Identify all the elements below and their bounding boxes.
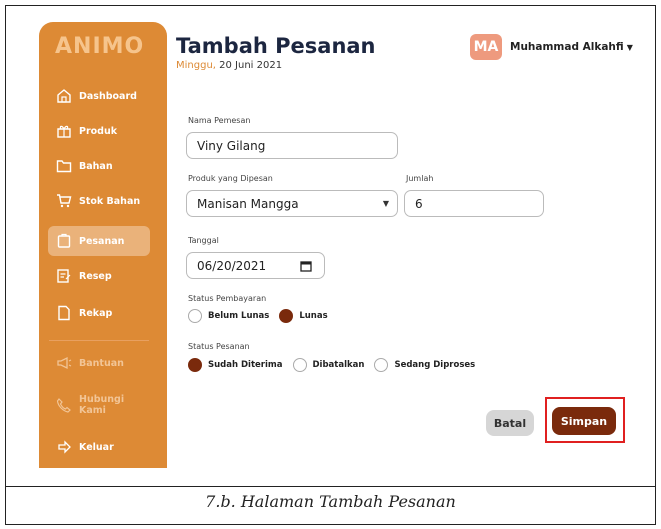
radio-checked[interactable] [188,358,202,372]
radio-unchecked[interactable] [188,309,202,323]
option-label: Belum Lunas [208,311,270,321]
name-value: Viny Gilang [197,138,266,153]
user-menu[interactable]: Muhammad Alkahfi ▼ [510,41,633,53]
sidebar-item-resep[interactable]: Resep [48,261,150,291]
product-select[interactable]: Manisan Mangga ▼ [186,190,398,217]
chevron-down-icon: ▼ [626,43,633,52]
sidebar-item-dashboard[interactable]: Dashboard [48,81,150,111]
sidebar-item-label: Dashboard [79,90,137,102]
option-label: Dibatalkan [312,360,365,370]
qty-value: 6 [415,196,423,211]
caption-divider [5,486,656,487]
sidebar-item-hubungi-kami[interactable]: Hubungi Kami [48,388,150,422]
gift-icon [55,122,73,140]
folder-icon [55,157,73,175]
order-option-dibatalkan[interactable]: Dibatalkan [292,358,365,372]
sidebar-divider [49,340,149,341]
page-date: Minggu, 20 Juni 2021 [176,60,282,71]
order-option-sedang-diproses[interactable]: Sedang Diproses [374,358,475,372]
document-icon [55,304,73,322]
sidebar-item-rekap[interactable]: Rekap [48,298,150,328]
payment-radio-group: Belum Lunas Lunas [188,309,338,323]
sidebar: ANIMO Dashboard Produk Bahan Stok Bahan … [39,22,167,468]
app-logo: ANIMO [55,34,145,59]
product-label: Produk yang Dipesan [188,174,273,183]
sidebar-item-bahan[interactable]: Bahan [48,151,150,181]
sidebar-item-label: Bahan [79,160,113,172]
day-text: Minggu, [176,60,216,71]
megaphone-icon [55,354,73,372]
option-label: Sudah Diterima [208,360,283,370]
radio-checked[interactable] [279,309,294,323]
radio-unchecked[interactable] [292,358,307,372]
sidebar-item-label: Hubungi Kami [79,394,125,416]
option-label: Lunas [299,311,328,321]
order-icon [55,232,73,250]
figure-caption: 7.b. Halaman Tambah Pesanan [205,492,456,511]
date-value: 06/20/2021 [197,258,267,273]
sidebar-item-label: Bantuan [79,357,124,369]
chevron-down-icon: ▼ [382,199,389,208]
option-label: Sedang Diproses [394,360,476,370]
date-label: Tanggal [188,236,219,245]
logout-icon [55,438,73,456]
sidebar-item-bantuan[interactable]: Bantuan [48,348,150,378]
date-text: 20 Juni 2021 [219,60,283,71]
payment-option-belum-lunas[interactable]: Belum Lunas [188,309,269,323]
cart-icon [55,192,73,210]
sidebar-item-stok-bahan[interactable]: Stok Bahan [48,186,150,216]
cancel-button[interactable]: Batal [486,410,534,436]
qty-label: Jumlah [406,174,434,183]
payment-option-lunas[interactable]: Lunas [279,309,328,323]
sidebar-item-label: Produk [79,125,118,137]
calendar-icon[interactable] [300,260,312,275]
radio-unchecked[interactable] [374,358,389,372]
sidebar-item-pesanan[interactable]: Pesanan [48,226,150,256]
recipe-icon [55,267,73,285]
sidebar-item-label: Stok Bahan [79,195,141,207]
name-label: Nama Pemesan [188,116,251,125]
avatar[interactable]: MA [470,34,502,60]
qty-field[interactable]: 6 [404,190,544,217]
phone-icon [55,396,73,414]
name-field[interactable]: Viny Gilang [186,132,398,159]
order-option-sudah-diterima[interactable]: Sudah Diterima [188,358,283,372]
page-title: Tambah Pesanan [176,34,376,58]
payment-label: Status Pembayaran [188,294,267,303]
username: Muhammad Alkahfi [510,41,624,53]
date-field[interactable]: 06/20/2021 [186,252,325,279]
product-value: Manisan Mangga [197,196,299,211]
order-status-label: Status Pesanan [188,342,250,351]
home-icon [55,87,73,105]
sidebar-item-label: Keluar [79,441,114,453]
sidebar-item-label: Resep [79,270,112,282]
save-button[interactable]: Simpan [552,407,616,435]
sidebar-item-produk[interactable]: Produk [48,116,150,146]
sidebar-item-label: Rekap [79,307,113,319]
sidebar-item-label: Pesanan [79,235,125,247]
sidebar-item-keluar[interactable]: Keluar [48,432,150,462]
order-radio-group: Sudah Diterima Dibatalkan Sedang Diprose… [188,358,485,372]
